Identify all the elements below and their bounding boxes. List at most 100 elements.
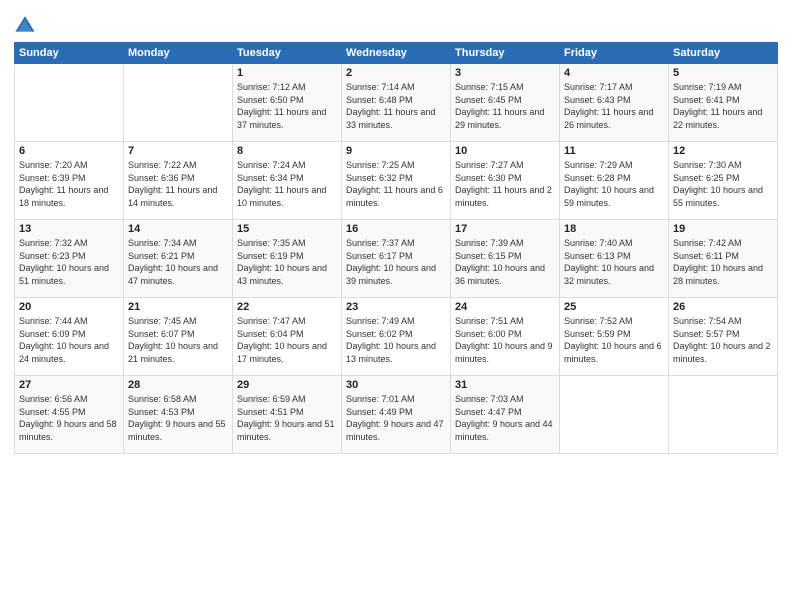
page-container: SundayMondayTuesdayWednesdayThursdayFrid…	[0, 0, 792, 612]
cell-content: Sunrise: 6:59 AMSunset: 4:51 PMDaylight:…	[237, 393, 337, 443]
header	[14, 10, 778, 36]
cell-content: Sunrise: 7:40 AMSunset: 6:13 PMDaylight:…	[564, 237, 664, 287]
calendar-table: SundayMondayTuesdayWednesdayThursdayFrid…	[14, 42, 778, 454]
cell-content: Sunrise: 7:27 AMSunset: 6:30 PMDaylight:…	[455, 159, 555, 209]
day-number: 11	[564, 145, 664, 157]
calendar-cell: 12 Sunrise: 7:30 AMSunset: 6:25 PMDayligh…	[669, 142, 778, 220]
header-day: Wednesday	[342, 43, 451, 64]
day-number: 22	[237, 301, 337, 313]
day-number: 24	[455, 301, 555, 313]
calendar-cell: 23 Sunrise: 7:49 AMSunset: 6:02 PMDayligh…	[342, 298, 451, 376]
header-day: Sunday	[15, 43, 124, 64]
calendar-cell: 8Sunrise: 7:24 AMSunset: 6:34 PMDaylight…	[233, 142, 342, 220]
day-number: 4	[564, 67, 664, 79]
cell-content: Sunrise: 7:35 AMSunset: 6:19 PMDaylight:…	[237, 237, 337, 287]
header-day: Friday	[560, 43, 669, 64]
header-day: Monday	[124, 43, 233, 64]
day-number: 5	[673, 67, 773, 79]
cell-content: Sunrise: 7:19 AMSunset: 6:41 PMDaylight:…	[673, 81, 773, 131]
day-number: 2	[346, 67, 446, 79]
calendar-cell: 26 Sunrise: 7:54 AMSunset: 5:57 PMDayligh…	[669, 298, 778, 376]
calendar-cell: 17 Sunrise: 7:39 AMSunset: 6:15 PMDayligh…	[451, 220, 560, 298]
day-number: 15	[237, 223, 337, 235]
day-number: 8	[237, 145, 337, 157]
calendar-cell: 13 Sunrise: 7:32 AMSunset: 6:23 PMDayligh…	[15, 220, 124, 298]
cell-content: Sunrise: 7:39 AMSunset: 6:15 PMDaylight:…	[455, 237, 555, 287]
logo-icon	[14, 14, 36, 36]
calendar-cell: 29Sunrise: 6:59 AMSunset: 4:51 PMDayligh…	[233, 376, 342, 454]
header-day: Saturday	[669, 43, 778, 64]
cell-content: Sunrise: 7:22 AMSunset: 6:36 PMDaylight:…	[128, 159, 228, 209]
cell-content: Sunrise: 7:52 AMSunset: 5:59 PMDaylight:…	[564, 315, 664, 365]
calendar-cell: 2 Sunrise: 7:14 AMSunset: 6:48 PMDaylight…	[342, 64, 451, 142]
day-number: 16	[346, 223, 446, 235]
cell-content: Sunrise: 7:01 AMSunset: 4:49 PMDaylight:…	[346, 393, 446, 443]
day-number: 23	[346, 301, 446, 313]
cell-content: Sunrise: 7:20 AMSunset: 6:39 PMDaylight:…	[19, 159, 119, 209]
calendar-cell: 1Sunrise: 7:12 AMSunset: 6:50 PMDaylight…	[233, 64, 342, 142]
cell-content: Sunrise: 7:30 AMSunset: 6:25 PMDaylight:…	[673, 159, 773, 209]
calendar-cell: 21 Sunrise: 7:45 AMSunset: 6:07 PMDayligh…	[124, 298, 233, 376]
day-number: 13	[19, 223, 119, 235]
day-number: 18	[564, 223, 664, 235]
calendar-cell	[124, 64, 233, 142]
header-row: SundayMondayTuesdayWednesdayThursdayFrid…	[15, 43, 778, 64]
day-number: 12	[673, 145, 773, 157]
cell-content: Sunrise: 7:03 AMSunset: 4:47 PMDaylight:…	[455, 393, 555, 443]
cell-content: Sunrise: 7:54 AMSunset: 5:57 PMDaylight:…	[673, 315, 773, 365]
cell-content: Sunrise: 7:15 AMSunset: 6:45 PMDaylight:…	[455, 81, 555, 131]
calendar-cell: 15 Sunrise: 7:35 AMSunset: 6:19 PMDayligh…	[233, 220, 342, 298]
day-number: 9	[346, 145, 446, 157]
cell-content: Sunrise: 6:58 AMSunset: 4:53 PMDaylight:…	[128, 393, 228, 443]
cell-content: Sunrise: 7:17 AMSunset: 6:43 PMDaylight:…	[564, 81, 664, 131]
calendar-cell: 9 Sunrise: 7:25 AMSunset: 6:32 PMDaylight…	[342, 142, 451, 220]
calendar-cell	[15, 64, 124, 142]
header-day: Tuesday	[233, 43, 342, 64]
cell-content: Sunrise: 6:56 AMSunset: 4:55 PMDaylight:…	[19, 393, 119, 443]
cell-content: Sunrise: 7:44 AMSunset: 6:09 PMDaylight:…	[19, 315, 119, 365]
cell-content: Sunrise: 7:45 AMSunset: 6:07 PMDaylight:…	[128, 315, 228, 365]
day-number: 21	[128, 301, 228, 313]
calendar-cell: 19Sunrise: 7:42 AMSunset: 6:11 PMDayligh…	[669, 220, 778, 298]
calendar-cell: 20 Sunrise: 7:44 AMSunset: 6:09 PMDayligh…	[15, 298, 124, 376]
day-number: 25	[564, 301, 664, 313]
day-number: 3	[455, 67, 555, 79]
calendar-cell: 14Sunrise: 7:34 AMSunset: 6:21 PMDayligh…	[124, 220, 233, 298]
calendar-cell: 24 Sunrise: 7:51 AMSunset: 6:00 PMDayligh…	[451, 298, 560, 376]
cell-content: Sunrise: 7:29 AMSunset: 6:28 PMDaylight:…	[564, 159, 664, 209]
calendar-cell: 25 Sunrise: 7:52 AMSunset: 5:59 PMDayligh…	[560, 298, 669, 376]
cell-content: Sunrise: 7:14 AMSunset: 6:48 PMDaylight:…	[346, 81, 446, 131]
calendar-week-row: 20 Sunrise: 7:44 AMSunset: 6:09 PMDayligh…	[15, 298, 778, 376]
day-number: 28	[128, 379, 228, 391]
cell-content: Sunrise: 7:47 AMSunset: 6:04 PMDaylight:…	[237, 315, 337, 365]
day-number: 31	[455, 379, 555, 391]
day-number: 19	[673, 223, 773, 235]
calendar-cell: 31 Sunrise: 7:03 AMSunset: 4:47 PMDayligh…	[451, 376, 560, 454]
day-number: 20	[19, 301, 119, 313]
cell-content: Sunrise: 7:25 AMSunset: 6:32 PMDaylight:…	[346, 159, 446, 209]
calendar-week-row: 13 Sunrise: 7:32 AMSunset: 6:23 PMDayligh…	[15, 220, 778, 298]
calendar-cell: 7 Sunrise: 7:22 AMSunset: 6:36 PMDaylight…	[124, 142, 233, 220]
logo	[14, 14, 38, 36]
day-number: 6	[19, 145, 119, 157]
day-number: 7	[128, 145, 228, 157]
day-number: 30	[346, 379, 446, 391]
day-number: 26	[673, 301, 773, 313]
calendar-cell	[560, 376, 669, 454]
calendar-cell: 10Sunrise: 7:27 AMSunset: 6:30 PMDayligh…	[451, 142, 560, 220]
cell-content: Sunrise: 7:49 AMSunset: 6:02 PMDaylight:…	[346, 315, 446, 365]
cell-content: Sunrise: 7:37 AMSunset: 6:17 PMDaylight:…	[346, 237, 446, 287]
day-number: 14	[128, 223, 228, 235]
day-number: 27	[19, 379, 119, 391]
header-day: Thursday	[451, 43, 560, 64]
day-number: 17	[455, 223, 555, 235]
calendar-cell: 27 Sunrise: 6:56 AMSunset: 4:55 PMDayligh…	[15, 376, 124, 454]
calendar-cell: 6 Sunrise: 7:20 AMSunset: 6:39 PMDaylight…	[15, 142, 124, 220]
calendar-cell: 28 Sunrise: 6:58 AMSunset: 4:53 PMDayligh…	[124, 376, 233, 454]
calendar-cell: 16 Sunrise: 7:37 AMSunset: 6:17 PMDayligh…	[342, 220, 451, 298]
cell-content: Sunrise: 7:51 AMSunset: 6:00 PMDaylight:…	[455, 315, 555, 365]
calendar-cell: 22 Sunrise: 7:47 AMSunset: 6:04 PMDayligh…	[233, 298, 342, 376]
calendar-cell: 30 Sunrise: 7:01 AMSunset: 4:49 PMDayligh…	[342, 376, 451, 454]
cell-content: Sunrise: 7:32 AMSunset: 6:23 PMDaylight:…	[19, 237, 119, 287]
calendar-cell	[669, 376, 778, 454]
